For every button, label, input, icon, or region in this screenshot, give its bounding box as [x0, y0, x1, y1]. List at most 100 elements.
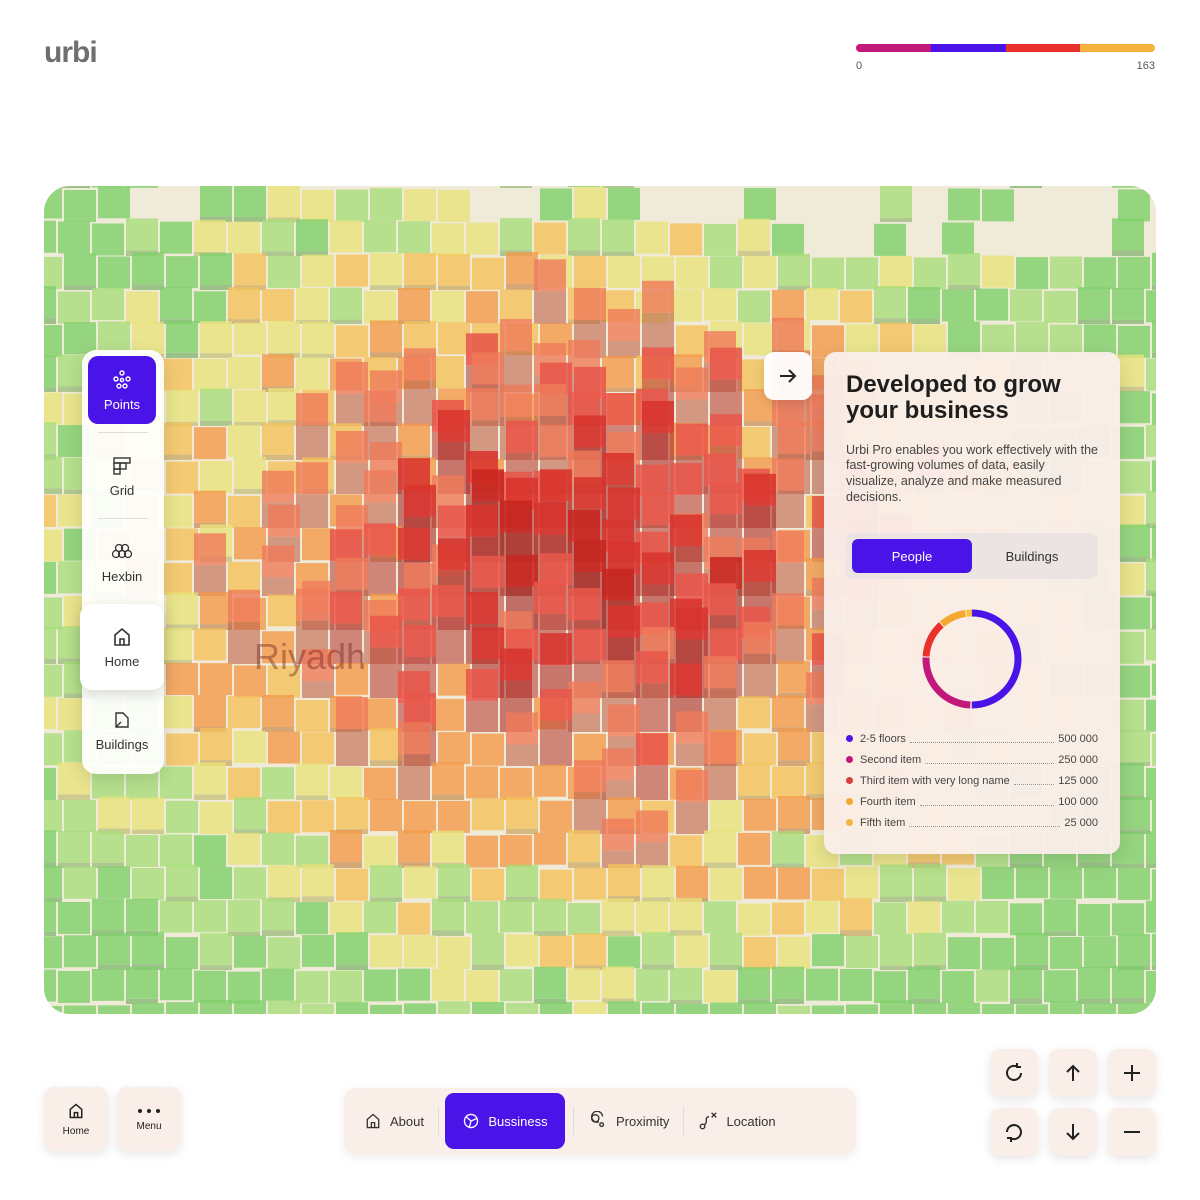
layer-points-button[interactable]: Points	[88, 356, 156, 424]
map-cell	[506, 712, 538, 766]
map-cell	[500, 767, 532, 800]
map-cell	[1118, 867, 1150, 900]
map-cell	[1112, 287, 1144, 324]
layer-home-button[interactable]: Home	[80, 604, 164, 690]
map-cell	[738, 763, 770, 800]
layer-buildings-button[interactable]: Buildings	[88, 696, 156, 764]
map-cell	[398, 902, 430, 935]
map-cell	[1112, 218, 1144, 256]
hexbin-icon	[111, 543, 133, 558]
map-cell	[160, 287, 192, 324]
tilt-down-button[interactable]	[1049, 1108, 1097, 1156]
donut-legend: 2-5 floors 500 000 Second item 250 000 Thi…	[846, 728, 1098, 833]
map-cell	[404, 348, 436, 426]
map-cell	[1118, 1003, 1150, 1014]
map-cell	[738, 696, 770, 729]
legend-label: Second item	[860, 753, 922, 766]
map-cell	[1016, 932, 1048, 970]
map-cell	[574, 186, 606, 219]
home-button[interactable]: Home	[44, 1087, 108, 1151]
map-cell	[534, 259, 566, 324]
map-cell	[1084, 936, 1116, 969]
map-cell	[58, 901, 90, 934]
map-cell	[1118, 256, 1150, 289]
map-cell	[64, 322, 96, 355]
nav-business[interactable]: Bussiness	[444, 1093, 565, 1149]
map-cell	[234, 253, 266, 290]
map-cell	[982, 1004, 1014, 1014]
rotate-clockwise-button[interactable]	[990, 1049, 1038, 1097]
map-cell	[704, 223, 736, 256]
map-cell	[44, 799, 62, 832]
map-cell	[44, 355, 56, 392]
map-cell	[942, 222, 974, 255]
map-cell	[234, 797, 266, 834]
map-cell	[744, 733, 776, 766]
layer-grid-button[interactable]: Grid	[88, 442, 156, 510]
map-cell	[608, 864, 640, 902]
map-cell	[676, 769, 708, 834]
map-cell	[574, 867, 606, 900]
map-cell	[166, 864, 198, 902]
map-cell	[948, 1002, 980, 1014]
nav-proximity[interactable]: Proximity	[574, 1093, 683, 1149]
map-cell	[806, 288, 838, 321]
map-cell	[1084, 257, 1116, 290]
map-cell	[472, 868, 504, 901]
map-cell	[234, 935, 266, 968]
map-cell	[1152, 933, 1156, 970]
map-cell	[778, 660, 810, 698]
map-cell	[772, 966, 804, 1004]
map-cell	[268, 801, 300, 834]
map-cell	[670, 835, 702, 868]
nav-label: Location	[726, 1113, 776, 1129]
tab-people[interactable]: People	[852, 539, 972, 574]
map-cell	[92, 898, 124, 936]
map-cell	[1078, 903, 1110, 936]
map-cell	[296, 699, 328, 732]
collapse-panel-button[interactable]	[764, 352, 812, 400]
map-cell	[534, 966, 566, 1004]
map-cell	[194, 628, 226, 661]
map-cell	[364, 698, 396, 731]
layer-hexbin-button[interactable]: Hexbin	[88, 528, 156, 596]
map-cell	[336, 697, 368, 766]
nav-location[interactable]: Location	[684, 1093, 789, 1149]
map-cell	[676, 367, 708, 426]
map-cell	[1044, 290, 1076, 323]
tilt-up-button[interactable]	[1049, 1049, 1097, 1097]
map-cell	[744, 937, 776, 970]
map-cell	[1010, 186, 1042, 188]
nav-about[interactable]: About	[350, 1093, 438, 1149]
map-cell	[574, 1002, 606, 1014]
rotate-counterclockwise-button[interactable]	[990, 1108, 1038, 1156]
zoom-in-button[interactable]	[1108, 1049, 1156, 1097]
map-cell	[670, 223, 702, 256]
map-cell	[1152, 320, 1156, 358]
map-cell	[506, 1002, 538, 1014]
map-cell	[64, 189, 96, 222]
map-cell	[194, 358, 226, 391]
map-cell	[234, 730, 266, 763]
legend-row: Fifth item 25 000	[846, 812, 1098, 833]
map-cell	[1078, 966, 1110, 1004]
menu-button[interactable]: Menu	[117, 1087, 181, 1151]
map-cell	[200, 592, 232, 630]
map-cell	[58, 830, 90, 868]
divider	[98, 432, 148, 433]
legend-dot	[846, 735, 853, 742]
map-cell	[126, 834, 158, 867]
map-cell	[364, 523, 396, 596]
map-cell	[200, 253, 232, 290]
tab-buildings[interactable]: Buildings	[972, 539, 1092, 573]
map-cell	[1152, 733, 1156, 766]
map-cell	[738, 218, 770, 256]
map-cell	[778, 1005, 810, 1014]
zoom-out-button[interactable]	[1108, 1108, 1156, 1156]
map-cell	[166, 256, 198, 289]
map-cell	[840, 968, 872, 1001]
scale-segment	[1080, 44, 1155, 52]
map-cell	[268, 1000, 300, 1014]
map-cell	[296, 763, 328, 800]
map-cell	[44, 969, 56, 1002]
